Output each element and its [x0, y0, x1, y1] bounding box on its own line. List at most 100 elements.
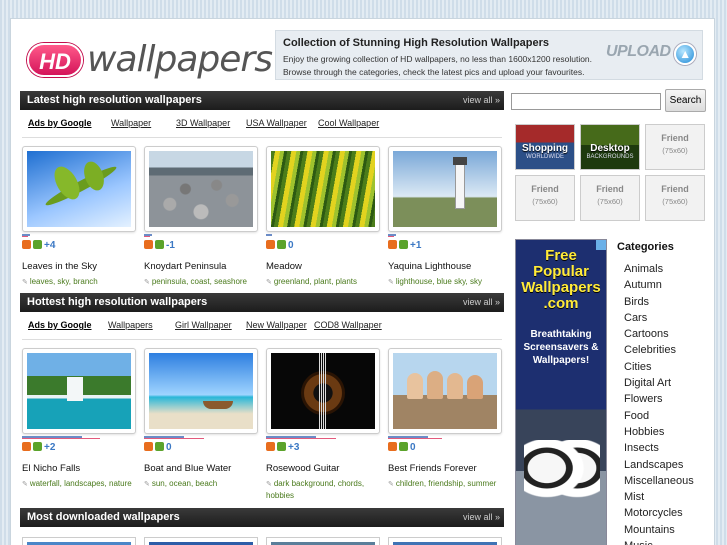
search-input[interactable] — [511, 93, 661, 110]
category-link[interactable]: Cars — [617, 312, 713, 328]
tag-link[interactable]: seashore — [214, 277, 247, 286]
wallpaper-title[interactable]: Leaves in the Sky — [22, 261, 136, 272]
wallpaper-title[interactable]: Best Friends Forever — [388, 463, 502, 474]
tag-link[interactable]: sky — [57, 277, 68, 286]
vote-down-icon[interactable] — [155, 240, 164, 249]
vote-up-icon[interactable] — [266, 240, 275, 249]
category-link[interactable]: Celebrities — [617, 344, 713, 360]
tag-link[interactable]: lighthouse — [396, 277, 432, 286]
wallpaper-thumbnail[interactable] — [266, 348, 380, 434]
vote-down-icon[interactable] — [399, 442, 408, 451]
view-all-link[interactable]: view all » — [463, 91, 500, 110]
ad-link[interactable]: Wallpaper — [111, 118, 151, 128]
tag-link[interactable]: plants — [336, 277, 357, 286]
ad-link[interactable]: COD8 Wallpaper — [314, 320, 382, 330]
ad-link[interactable]: USA Wallpaper — [246, 118, 307, 128]
ad-link[interactable]: Cool Wallpaper — [318, 118, 379, 128]
wallpaper-thumbnail[interactable] — [22, 537, 136, 545]
category-link[interactable]: Digital Art — [617, 377, 713, 393]
vote-up-icon[interactable] — [144, 442, 153, 451]
category-link[interactable]: Cartoons — [617, 328, 713, 344]
tag-link[interactable]: landscapes — [64, 479, 104, 488]
wallpaper-thumbnail[interactable] — [22, 146, 136, 232]
category-link[interactable]: Music — [617, 540, 713, 545]
wallpaper-thumbnail[interactable] — [144, 537, 258, 545]
category-link[interactable]: Mountains — [617, 524, 713, 540]
tag-link[interactable]: branch — [73, 277, 97, 286]
category-link[interactable]: Insects — [617, 442, 713, 458]
vote-up-icon[interactable] — [388, 442, 397, 451]
upload-button[interactable]: UPLOAD ▲ — [606, 43, 698, 69]
vote-down-icon[interactable] — [277, 442, 286, 451]
view-all-link[interactable]: view all » — [463, 508, 500, 527]
category-link[interactable]: Birds — [617, 296, 713, 312]
tag-link[interactable]: greenland — [274, 277, 310, 286]
ad-link[interactable]: New Wallpaper — [246, 320, 307, 330]
wallpaper-thumbnail[interactable] — [144, 348, 258, 434]
friend-link-slot[interactable]: Friend (75x60) — [515, 175, 575, 221]
vote-up-icon[interactable] — [388, 240, 397, 249]
vote-down-icon[interactable] — [33, 240, 42, 249]
wallpaper-thumbnail[interactable] — [22, 348, 136, 434]
adchoices-icon[interactable] — [596, 240, 606, 250]
view-all-link[interactable]: view all » — [463, 293, 500, 312]
vote-up-icon[interactable] — [144, 240, 153, 249]
ad-banner[interactable]: Free Popular Wallpapers .com Breathtakin… — [515, 239, 607, 545]
tag-link[interactable]: friendship — [428, 479, 463, 488]
vote-down-icon[interactable] — [33, 442, 42, 451]
vote-down-icon[interactable] — [277, 240, 286, 249]
tag-link[interactable]: sun — [152, 479, 165, 488]
tag-link[interactable]: leaves — [30, 277, 53, 286]
tag-link[interactable]: plant — [314, 277, 331, 286]
category-link[interactable]: Motorcycles — [617, 507, 713, 523]
tag-link[interactable]: nature — [109, 479, 132, 488]
promo-shopping[interactable]: Shopping WORLDWIDE — [515, 124, 575, 170]
tag-link[interactable]: sky — [470, 277, 482, 286]
category-link[interactable]: Cities — [617, 361, 713, 377]
ad-link[interactable]: Girl Wallpaper — [175, 320, 232, 330]
tag-link[interactable]: hobbies — [266, 491, 294, 500]
wallpaper-thumbnail[interactable] — [388, 537, 502, 545]
friend-link-slot[interactable]: Friend (75x60) — [580, 175, 640, 221]
tag-link[interactable]: waterfall — [30, 479, 60, 488]
ads-by-google-link[interactable]: Ads by Google — [28, 118, 92, 128]
tag-link[interactable]: peninsula — [152, 277, 186, 286]
vote-up-icon[interactable] — [22, 442, 31, 451]
ad-link[interactable]: Wallpapers — [108, 320, 153, 330]
search-button[interactable]: Search — [665, 89, 706, 112]
tag-link[interactable]: ocean — [169, 479, 191, 488]
ad-link[interactable]: 3D Wallpaper — [176, 118, 230, 128]
wallpaper-thumbnail[interactable] — [388, 348, 502, 434]
promo-desktop-backgrounds[interactable]: Desktop BACKGROUNDS — [580, 124, 640, 170]
friend-link-slot[interactable]: Friend (75x60) — [645, 175, 705, 221]
vote-up-icon[interactable] — [266, 442, 275, 451]
vote-up-icon[interactable] — [22, 240, 31, 249]
wallpaper-thumbnail[interactable] — [144, 146, 258, 232]
wallpaper-thumbnail[interactable] — [388, 146, 502, 232]
tag-link[interactable]: dark background — [274, 479, 334, 488]
ads-by-google-link[interactable]: Ads by Google — [28, 320, 92, 330]
wallpaper-title[interactable]: El Nicho Falls — [22, 463, 136, 474]
category-link[interactable]: Food — [617, 410, 713, 426]
vote-down-icon[interactable] — [399, 240, 408, 249]
category-link[interactable]: Hobbies — [617, 426, 713, 442]
category-link[interactable]: Miscellaneous — [617, 475, 713, 491]
wallpaper-title[interactable]: Rosewood Guitar — [266, 463, 380, 474]
tag-link[interactable]: coast — [191, 277, 210, 286]
category-link[interactable]: Landscapes — [617, 459, 713, 475]
vote-down-icon[interactable] — [155, 442, 164, 451]
friend-link-slot[interactable]: Friend (75x60) — [645, 124, 705, 170]
wallpaper-thumbnail[interactable] — [266, 537, 380, 545]
tag-link[interactable]: blue sky — [437, 277, 466, 286]
wallpaper-title[interactable]: Boat and Blue Water — [144, 463, 258, 474]
category-link[interactable]: Flowers — [617, 393, 713, 409]
category-link[interactable]: Autumn — [617, 279, 713, 295]
wallpaper-title[interactable]: Knoydart Peninsula — [144, 261, 258, 272]
site-logo[interactable]: HD wallpapers — [27, 39, 273, 81]
tag-link[interactable]: beach — [195, 479, 217, 488]
tag-link[interactable]: summer — [467, 479, 496, 488]
category-link[interactable]: Mist — [617, 491, 713, 507]
wallpaper-thumbnail[interactable] — [266, 146, 380, 232]
wallpaper-title[interactable]: Yaquina Lighthouse — [388, 261, 502, 272]
category-link[interactable]: Animals — [617, 263, 713, 279]
